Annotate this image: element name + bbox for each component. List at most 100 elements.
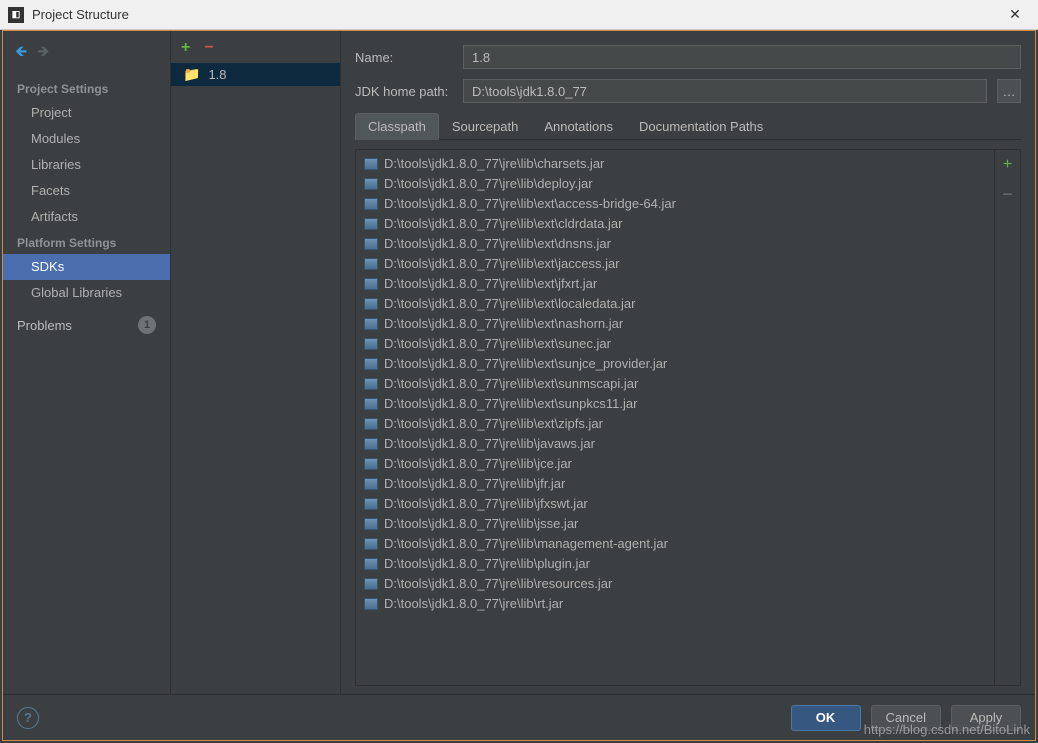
- jar-icon: [364, 378, 378, 390]
- classpath-panel: D:\tools\jdk1.8.0_77\jre\lib\charsets.ja…: [355, 149, 1021, 686]
- browse-path-button[interactable]: …: [997, 79, 1021, 103]
- window-title: Project Structure: [32, 7, 1000, 22]
- classpath-row[interactable]: D:\tools\jdk1.8.0_77\jre\lib\ext\zipfs.j…: [358, 414, 992, 434]
- classpath-row[interactable]: D:\tools\jdk1.8.0_77\jre\lib\rt.jar: [358, 594, 992, 614]
- classpath-row[interactable]: D:\tools\jdk1.8.0_77\jre\lib\ext\jfxrt.j…: [358, 274, 992, 294]
- footer: ? OK Cancel Apply: [3, 694, 1035, 740]
- classpath-path: D:\tools\jdk1.8.0_77\jre\lib\management-…: [384, 535, 668, 553]
- jar-icon: [364, 398, 378, 410]
- jar-icon: [364, 578, 378, 590]
- jar-icon: [364, 298, 378, 310]
- classpath-path: D:\tools\jdk1.8.0_77\jre\lib\ext\jfxrt.j…: [384, 275, 597, 293]
- classpath-row[interactable]: D:\tools\jdk1.8.0_77\jre\lib\javaws.jar: [358, 434, 992, 454]
- path-label: JDK home path:: [355, 84, 453, 99]
- app-icon: ◧: [8, 7, 24, 23]
- classpath-path: D:\tools\jdk1.8.0_77\jre\lib\ext\jaccess…: [384, 255, 620, 273]
- sidebar-item-project[interactable]: Project: [3, 100, 170, 126]
- sidebar-item-modules[interactable]: Modules: [3, 126, 170, 152]
- classpath-row[interactable]: D:\tools\jdk1.8.0_77\jre\lib\jfxswt.jar: [358, 494, 992, 514]
- close-icon[interactable]: ✕: [1000, 6, 1030, 23]
- classpath-path: D:\tools\jdk1.8.0_77\jre\lib\jfxswt.jar: [384, 495, 588, 513]
- classpath-path: D:\tools\jdk1.8.0_77\jre\lib\ext\sunjce_…: [384, 355, 667, 373]
- jar-icon: [364, 278, 378, 290]
- apply-button[interactable]: Apply: [951, 705, 1021, 731]
- folder-icon: 📁: [183, 66, 200, 83]
- classpath-path: D:\tools\jdk1.8.0_77\jre\lib\ext\zipfs.j…: [384, 415, 603, 433]
- sidebar-item-libraries[interactable]: Libraries: [3, 152, 170, 178]
- jar-icon: [364, 218, 378, 230]
- name-row: Name:: [355, 45, 1021, 69]
- help-icon[interactable]: ?: [17, 707, 39, 729]
- classpath-path: D:\tools\jdk1.8.0_77\jre\lib\ext\cldrdat…: [384, 215, 622, 233]
- jar-icon: [364, 318, 378, 330]
- add-sdk-icon[interactable]: +: [181, 39, 190, 57]
- classpath-row[interactable]: D:\tools\jdk1.8.0_77\jre\lib\jfr.jar: [358, 474, 992, 494]
- classpath-path: D:\tools\jdk1.8.0_77\jre\lib\ext\nashorn…: [384, 315, 623, 333]
- sidebar-problems[interactable]: Problems 1: [3, 306, 170, 344]
- sidebar-section-header: Project Settings: [3, 76, 170, 100]
- cancel-button[interactable]: Cancel: [871, 705, 941, 731]
- sidebar-item-global-libraries[interactable]: Global Libraries: [3, 280, 170, 306]
- body-area: 🡸 🡺 Project SettingsProjectModulesLibrar…: [3, 31, 1035, 694]
- forward-arrow-icon[interactable]: 🡺: [37, 41, 49, 66]
- classpath-row[interactable]: D:\tools\jdk1.8.0_77\jre\lib\resources.j…: [358, 574, 992, 594]
- sidebar-item-facets[interactable]: Facets: [3, 178, 170, 204]
- nav-arrows: 🡸 🡺: [3, 39, 170, 76]
- jar-icon: [364, 258, 378, 270]
- jar-icon: [364, 358, 378, 370]
- tab-documentation-paths[interactable]: Documentation Paths: [626, 113, 776, 139]
- classpath-row[interactable]: D:\tools\jdk1.8.0_77\jre\lib\charsets.ja…: [358, 154, 992, 174]
- name-input[interactable]: [463, 45, 1021, 69]
- classpath-row[interactable]: D:\tools\jdk1.8.0_77\jre\lib\ext\jaccess…: [358, 254, 992, 274]
- sdk-entry[interactable]: 📁1.8: [171, 63, 340, 86]
- sidebar-item-sdks[interactable]: SDKs: [3, 254, 170, 280]
- classpath-list[interactable]: D:\tools\jdk1.8.0_77\jre\lib\charsets.ja…: [356, 150, 994, 685]
- classpath-row[interactable]: D:\tools\jdk1.8.0_77\jre\lib\plugin.jar: [358, 554, 992, 574]
- dialog-frame: 🡸 🡺 Project SettingsProjectModulesLibrar…: [2, 30, 1036, 741]
- classpath-row[interactable]: D:\tools\jdk1.8.0_77\jre\lib\ext\sunjce_…: [358, 354, 992, 374]
- path-row: JDK home path: …: [355, 79, 1021, 103]
- classpath-row[interactable]: D:\tools\jdk1.8.0_77\jre\lib\ext\sunpkcs…: [358, 394, 992, 414]
- back-arrow-icon[interactable]: 🡸: [15, 41, 27, 66]
- name-label: Name:: [355, 50, 453, 65]
- jar-icon: [364, 478, 378, 490]
- jar-icon: [364, 198, 378, 210]
- classpath-row[interactable]: D:\tools\jdk1.8.0_77\jre\lib\ext\access-…: [358, 194, 992, 214]
- classpath-row[interactable]: D:\tools\jdk1.8.0_77\jre\lib\ext\sunmsca…: [358, 374, 992, 394]
- jar-icon: [364, 558, 378, 570]
- classpath-row[interactable]: D:\tools\jdk1.8.0_77\jre\lib\jce.jar: [358, 454, 992, 474]
- tabs: ClasspathSourcepathAnnotationsDocumentat…: [355, 113, 1021, 140]
- classpath-row[interactable]: D:\tools\jdk1.8.0_77\jre\lib\ext\nashorn…: [358, 314, 992, 334]
- classpath-side-tools: + −: [994, 150, 1020, 685]
- classpath-row[interactable]: D:\tools\jdk1.8.0_77\jre\lib\ext\cldrdat…: [358, 214, 992, 234]
- tab-sourcepath[interactable]: Sourcepath: [439, 113, 532, 139]
- tab-annotations[interactable]: Annotations: [531, 113, 626, 139]
- classpath-path: D:\tools\jdk1.8.0_77\jre\lib\ext\sunpkcs…: [384, 395, 637, 413]
- classpath-path: D:\tools\jdk1.8.0_77\jre\lib\javaws.jar: [384, 435, 595, 453]
- problems-label: Problems: [17, 318, 72, 333]
- classpath-row[interactable]: D:\tools\jdk1.8.0_77\jre\lib\deploy.jar: [358, 174, 992, 194]
- tab-classpath[interactable]: Classpath: [355, 113, 439, 140]
- classpath-row[interactable]: D:\tools\jdk1.8.0_77\jre\lib\management-…: [358, 534, 992, 554]
- classpath-row[interactable]: D:\tools\jdk1.8.0_77\jre\lib\ext\sunec.j…: [358, 334, 992, 354]
- classpath-add-icon[interactable]: +: [1003, 156, 1012, 174]
- sidebar-item-artifacts[interactable]: Artifacts: [3, 204, 170, 230]
- jar-icon: [364, 178, 378, 190]
- remove-sdk-icon[interactable]: −: [204, 39, 213, 57]
- jdk-home-input[interactable]: [463, 79, 987, 103]
- classpath-path: D:\tools\jdk1.8.0_77\jre\lib\plugin.jar: [384, 555, 590, 573]
- classpath-row[interactable]: D:\tools\jdk1.8.0_77\jre\lib\ext\dnsns.j…: [358, 234, 992, 254]
- jar-icon: [364, 238, 378, 250]
- classpath-remove-icon[interactable]: −: [1002, 184, 1013, 205]
- classpath-row[interactable]: D:\tools\jdk1.8.0_77\jre\lib\ext\localed…: [358, 294, 992, 314]
- classpath-path: D:\tools\jdk1.8.0_77\jre\lib\jsse.jar: [384, 515, 578, 533]
- classpath-path: D:\tools\jdk1.8.0_77\jre\lib\jce.jar: [384, 455, 572, 473]
- ok-button[interactable]: OK: [791, 705, 861, 731]
- jar-icon: [364, 598, 378, 610]
- classpath-path: D:\tools\jdk1.8.0_77\jre\lib\deploy.jar: [384, 175, 593, 193]
- sdk-list-column: + − 📁1.8: [171, 31, 341, 694]
- classpath-row[interactable]: D:\tools\jdk1.8.0_77\jre\lib\jsse.jar: [358, 514, 992, 534]
- jar-icon: [364, 458, 378, 470]
- sidebar: 🡸 🡺 Project SettingsProjectModulesLibrar…: [3, 31, 171, 694]
- titlebar: ◧ Project Structure ✕: [0, 0, 1038, 30]
